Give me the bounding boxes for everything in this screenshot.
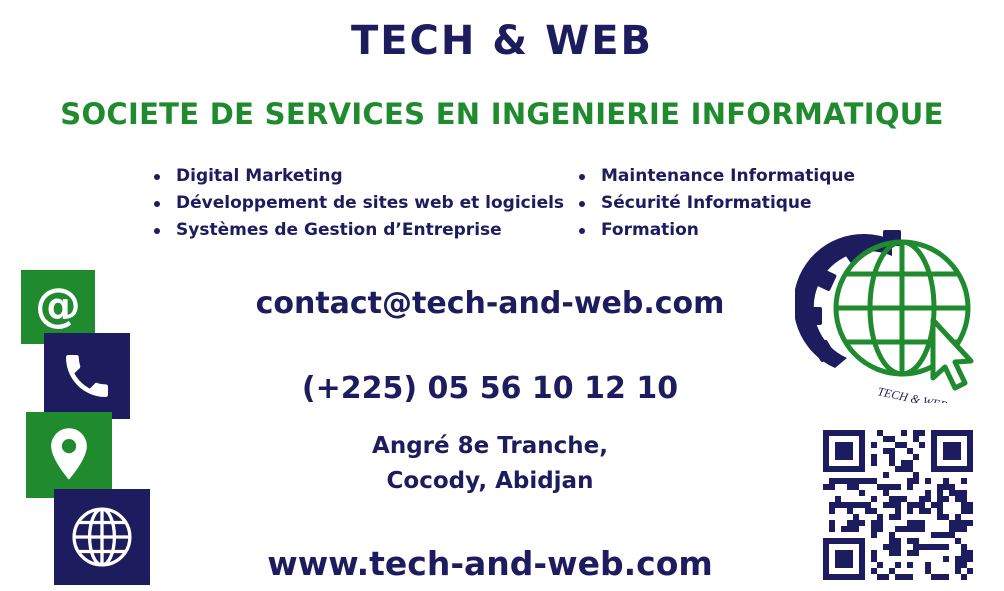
service-item: Sécurité Informatique xyxy=(575,190,855,217)
qr-code xyxy=(823,430,973,580)
phone-tile xyxy=(44,333,130,419)
service-item: Digital Marketing xyxy=(150,163,564,190)
contact-email: contact@tech-and-web.com xyxy=(255,286,725,321)
address-line-2: Cocody, Abidjan xyxy=(386,468,594,494)
website-url: www.tech-and-web.com xyxy=(267,544,713,583)
company-subtitle: SOCIETE DE SERVICES EN INGENIERIE INFORM… xyxy=(60,97,944,131)
service-item: Maintenance Informatique xyxy=(575,163,855,190)
company-title: TECH & WEB xyxy=(350,18,654,64)
at-icon: @ xyxy=(35,278,81,332)
location-tile xyxy=(26,412,112,498)
phone-icon xyxy=(66,355,108,397)
address-line-1: Angré 8e Tranche, xyxy=(372,433,608,459)
location-pin-icon xyxy=(51,428,87,480)
logo-text: TECH & WEB xyxy=(876,384,949,403)
service-item: Développement de sites web et logiciels xyxy=(150,190,564,217)
company-logo: TECH & WEB xyxy=(795,230,974,403)
service-item: Systèmes de Gestion d’Entreprise xyxy=(150,217,564,244)
services-list-left: Digital Marketing Développement de sites… xyxy=(150,163,564,244)
web-tile xyxy=(54,489,150,585)
globe-icon xyxy=(72,507,132,567)
contact-phone: (+225) 05 56 10 12 10 xyxy=(301,371,679,406)
